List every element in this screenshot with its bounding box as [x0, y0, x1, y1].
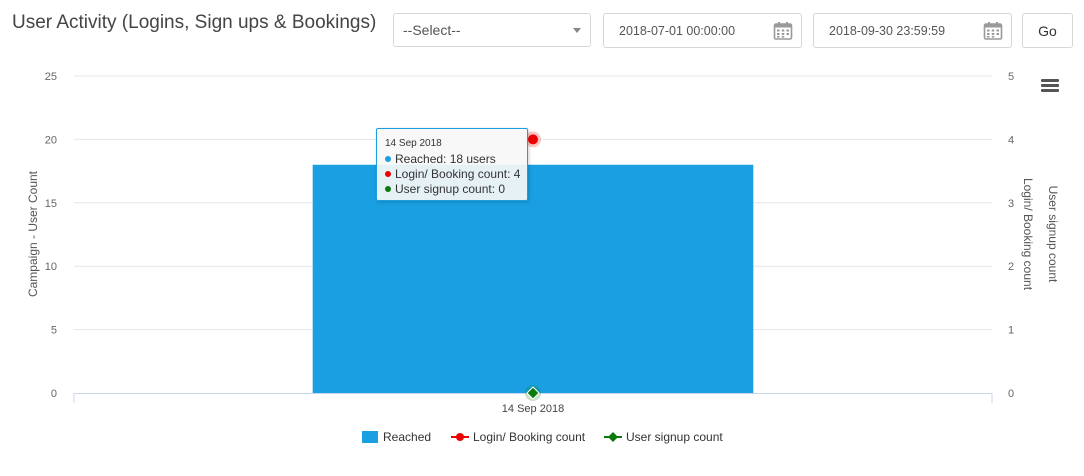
tooltip-row-reached: Reached: 18 users: [385, 152, 527, 167]
x-tick-label: 14 Sep 2018: [502, 403, 564, 415]
legend-item-user-signup[interactable]: User signup count: [604, 430, 723, 444]
legend-swatch: [451, 433, 469, 441]
y2-tick-label: 1: [1008, 325, 1014, 337]
y-tick-label: 25: [45, 71, 57, 83]
y-tick-label: 5: [51, 325, 57, 337]
tooltip-row-login: Login/ Booking count: 4: [385, 167, 527, 182]
y-tick-label: 10: [45, 261, 57, 273]
chart: 0 5 10 15 20 25 0 1 2 3 4 5 14 Sep 2018 Campaign - Us…: [26, 71, 1060, 415]
y-axis-title: Campaign - User Count: [26, 170, 40, 297]
point-login-booking: [528, 134, 538, 145]
chart-legend: Reached Login/ Booking count User signup…: [0, 430, 1084, 448]
y2-tick-label: 4: [1008, 134, 1014, 146]
y-tick-label: 20: [45, 134, 57, 146]
y2-axis-title: Login/ Booking count: [1021, 178, 1035, 291]
tooltip-row-signup: User signup count: 0: [385, 182, 527, 197]
y-tick-label: 15: [45, 198, 57, 210]
y2-tick-label: 2: [1008, 261, 1014, 273]
legend-item-login-booking[interactable]: Login/ Booking count: [451, 430, 585, 444]
chart-tooltip: 14 Sep 2018 Reached: 18 users Login/ Boo…: [376, 128, 528, 201]
tooltip-date: 14 Sep 2018: [385, 138, 442, 149]
y2-tick-label: 0: [1008, 388, 1014, 400]
legend-swatch: [362, 431, 378, 443]
legend-swatch: [604, 432, 622, 442]
y3-axis-title: User signup count: [1046, 186, 1060, 283]
legend-item-reached[interactable]: Reached: [362, 430, 431, 444]
y2-tick-label: 5: [1008, 71, 1014, 83]
y2-tick-label: 3: [1008, 198, 1014, 210]
y-tick-label: 0: [51, 388, 57, 400]
